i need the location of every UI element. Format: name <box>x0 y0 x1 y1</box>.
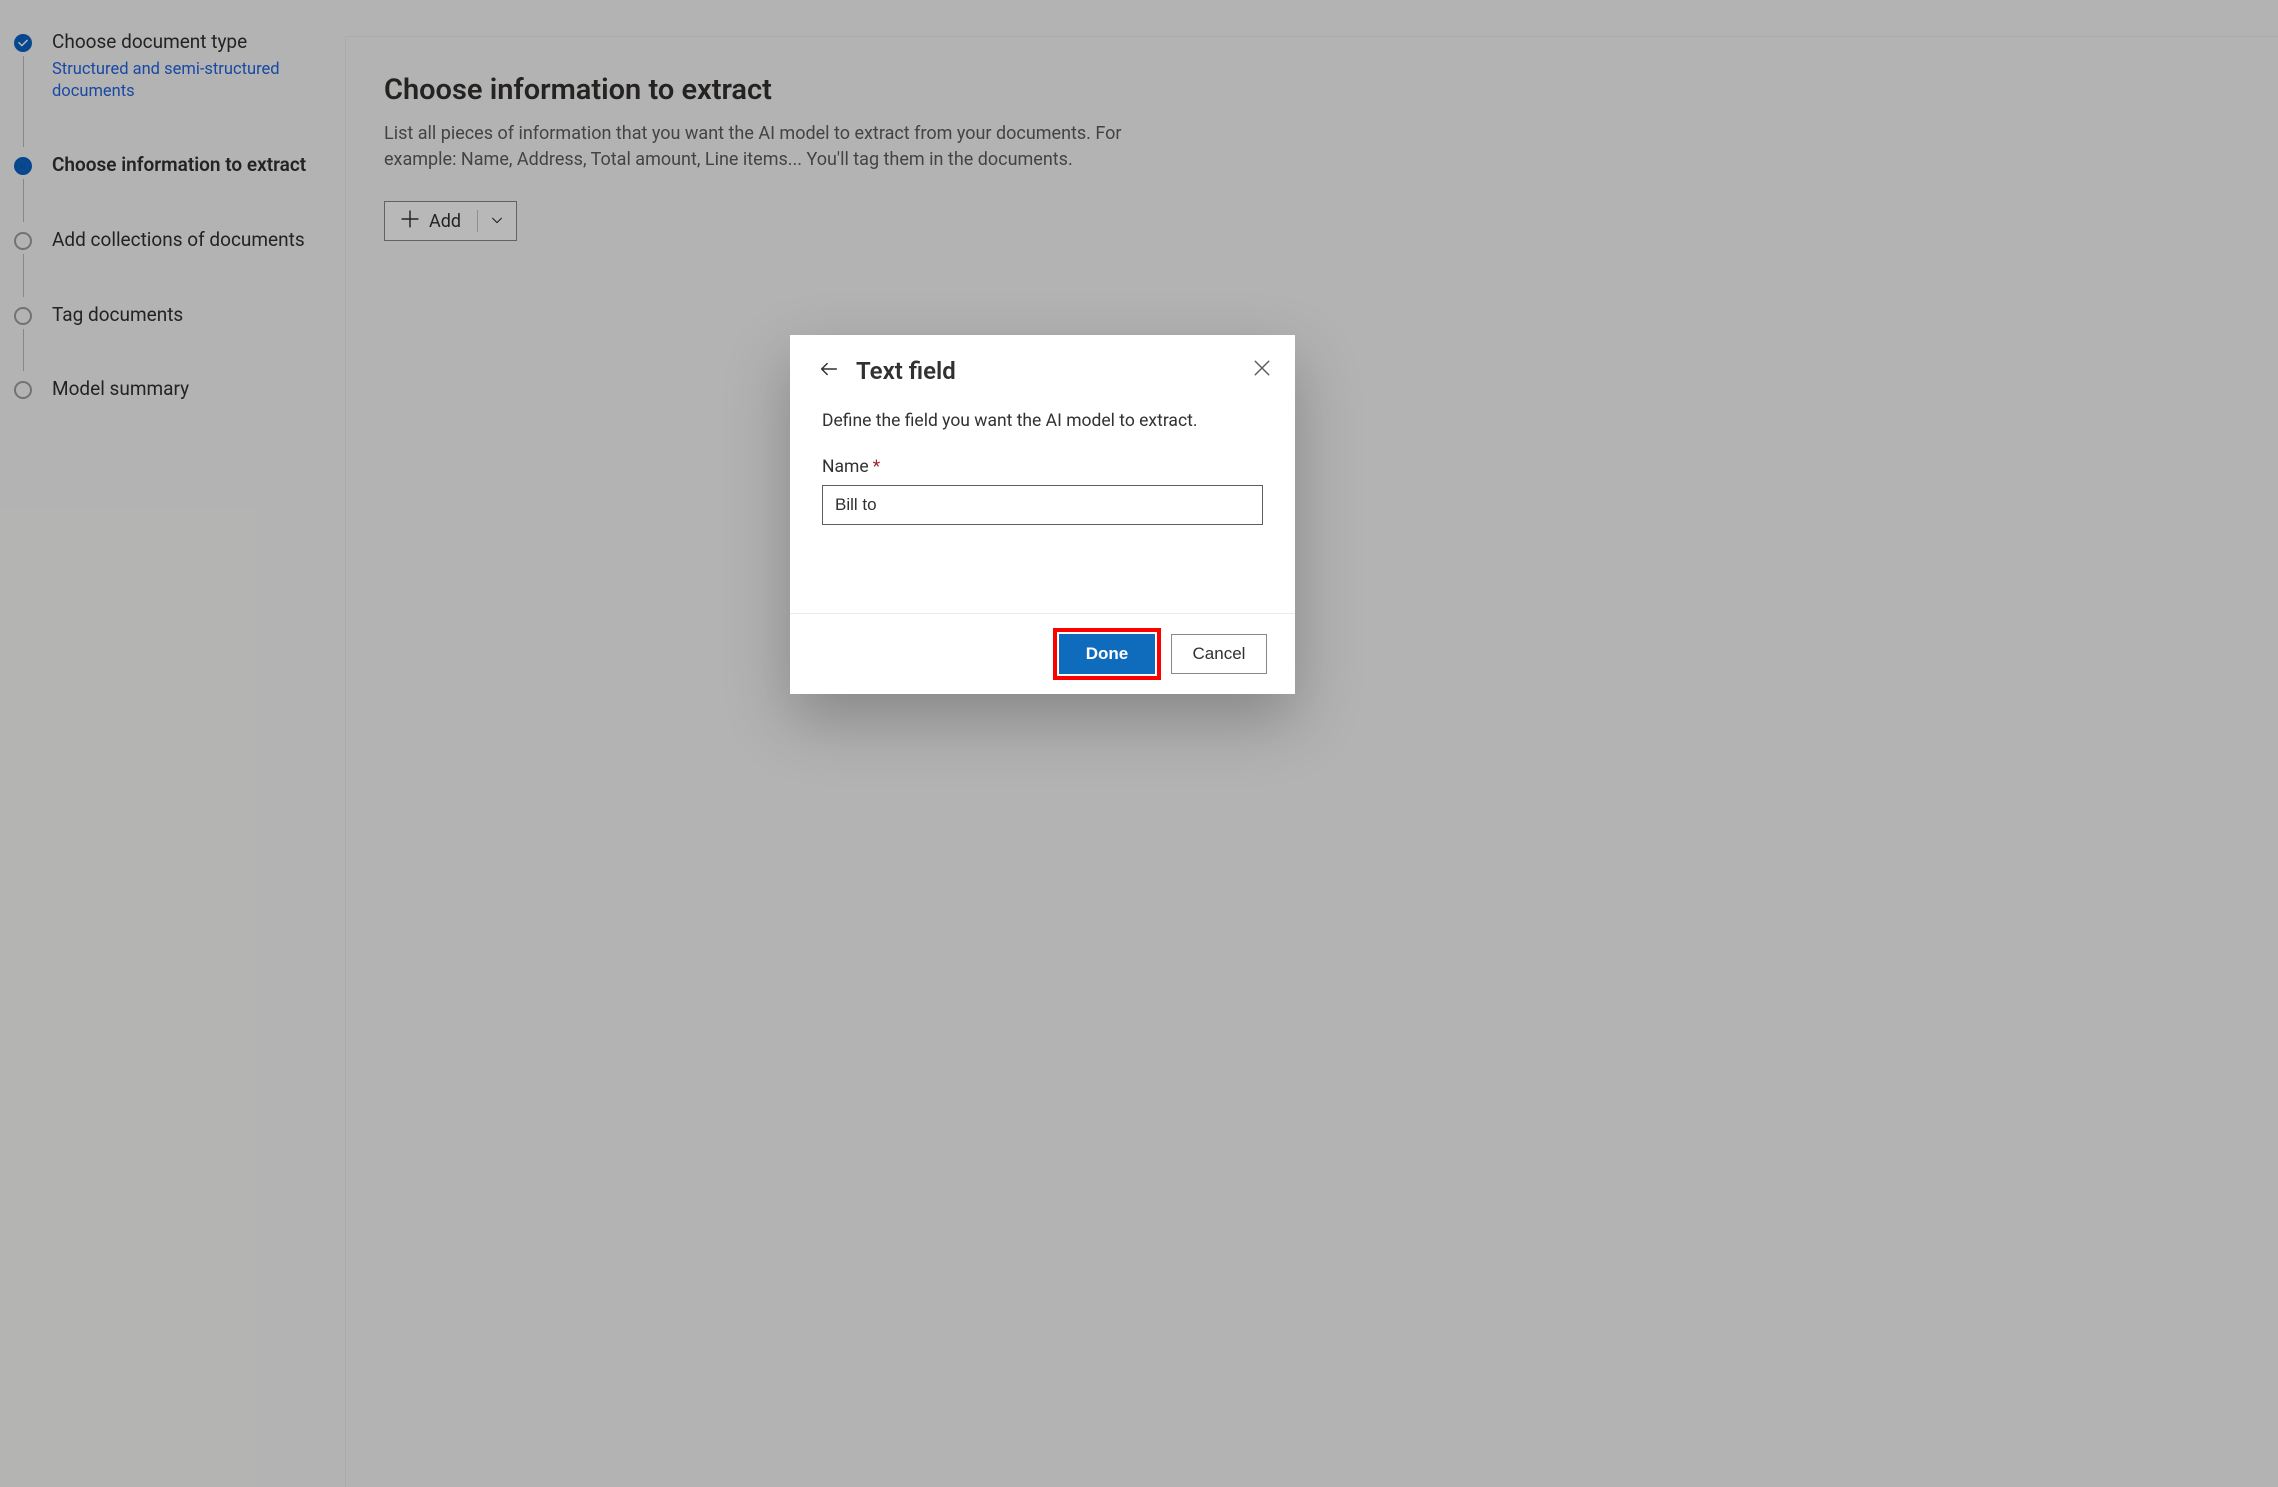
dialog-footer: Done Cancel <box>790 613 1295 694</box>
arrow-left-icon <box>818 358 840 384</box>
text-field-dialog: Text field Define the field you want the… <box>790 335 1295 694</box>
back-button[interactable] <box>818 358 840 384</box>
close-icon <box>1253 362 1271 381</box>
dialog-description: Define the field you want the AI model t… <box>822 411 1263 431</box>
done-button[interactable]: Done <box>1059 634 1155 674</box>
dialog-title: Text field <box>856 357 956 385</box>
cancel-button[interactable]: Cancel <box>1171 634 1267 674</box>
name-input[interactable] <box>822 485 1263 525</box>
close-button[interactable] <box>1253 359 1271 381</box>
modal-overlay[interactable]: Text field Define the field you want the… <box>0 0 2278 1487</box>
required-marker: * <box>873 457 881 477</box>
name-field-label: Name* <box>822 457 1263 477</box>
name-label-text: Name <box>822 457 869 477</box>
